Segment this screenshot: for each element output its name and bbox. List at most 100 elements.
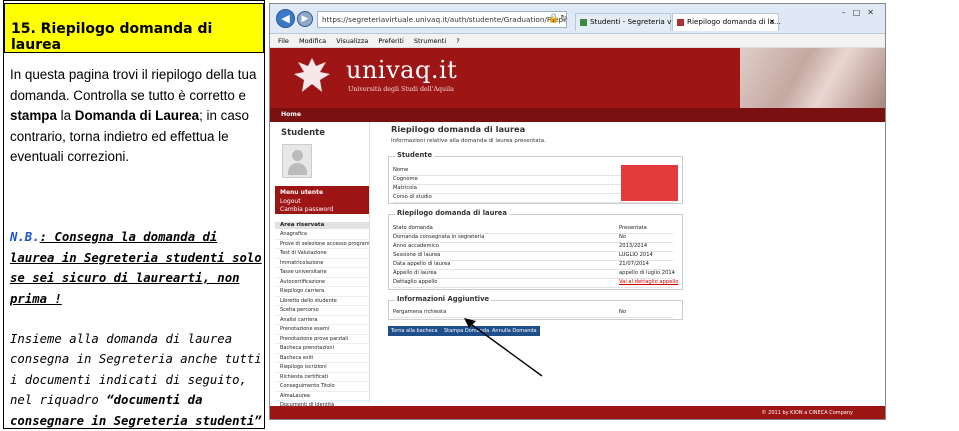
tab-studenti[interactable]: Studenti - Segreteria virtuale [575,13,695,31]
minimize-icon[interactable]: – [842,8,853,17]
table-row: Sessione di laurea LUGLIO 2014 [393,252,673,261]
close-tab-icon[interactable]: ✕ [769,14,775,30]
sidebar-item-test[interactable]: Test di Valutazione [275,249,369,259]
documents-note: Insieme alla domanda di laurea consegna … [10,329,266,431]
back-icon[interactable]: ◀ [276,9,295,28]
refresh-icon[interactable]: ↻ [560,14,568,24]
instruction-panel: 15. Riepilogo domanda di laurea In quest… [3,0,265,429]
tab-riepilogo[interactable]: Riepilogo domanda di la... ✕ [672,13,781,31]
intro-domanda: Domanda di Laurea [74,108,200,124]
table-row: Dettaglio appello Vai al dettaglio appell… [393,279,678,288]
header-photo [740,48,885,108]
row-label: Nome [393,167,409,173]
sidebar-item-scelta-percorso[interactable]: Scelta percorso [275,306,369,316]
browser-window: ◀ ▶ https://segreteriavirtuale.univaq.it… [269,3,886,420]
sidebar-item-anagrafica[interactable]: Anagrafica [275,230,369,240]
intro-la: la [60,108,72,124]
browser-menubar: File Modifica Visualizza Preferiti Strum… [270,34,885,48]
sidebar-item-bacheca-esiti[interactable]: Bacheca esiti [275,354,369,363]
menu-modifica[interactable]: Modifica [299,37,326,45]
user-menu: Menu utente Logout Cambia password [275,186,369,214]
row-value: Presentata [619,225,647,231]
change-password-link[interactable]: Cambia password [280,206,369,215]
row-value: 2013/2014 [619,243,648,249]
eagle-logo-icon [294,58,330,92]
appello-detail-link[interactable]: Vai al dettaglio appello [619,279,678,285]
row-label: Dettaglio appello [393,279,438,285]
page-title: Riepilogo domanda di laurea [391,124,526,134]
menu-file[interactable]: File [278,37,289,45]
user-menu-title: Menu utente [280,189,324,196]
nb-text: : Consegna la domanda di laurea in Segre… [10,230,262,306]
intro-stampa: stampa [10,108,57,124]
sidebar-item-riepilogo-carriera[interactable]: Riepilogo carriera [275,287,369,297]
sidebar-item-conseguimento-titolo[interactable]: Conseguimento Titolo [275,382,369,392]
avatar [282,144,312,178]
row-value: No [619,309,627,315]
sidebar-item-prenotazione-esami[interactable]: Prenotazione esami [275,325,369,335]
riepilogo-fieldset: Riepilogo domanda di laurea Stato domand… [388,209,683,290]
sidebar-item-autocertificazione[interactable]: Autocertificazione [275,278,369,287]
logout-link[interactable]: Logout [280,198,369,207]
window-controls: –□✕ [842,8,881,17]
home-link[interactable]: Home [270,108,885,122]
row-label: Sessione di laurea [393,252,441,258]
browser-titlebar: ◀ ▶ https://segreteriavirtuale.univaq.it… [270,4,885,34]
menu-preferiti[interactable]: Preferiti [378,37,403,45]
menu-visualizza[interactable]: Visualizza [336,37,368,45]
table-row: Appello di laurea appello di luglio 2014 [393,270,675,279]
info-legend: Informazioni Aggiuntive [395,295,492,303]
tab-favicon-icon [677,19,684,26]
table-row: Domanda consegnata in segreteria No [393,234,673,243]
lock-icon: 🔒 [548,14,560,24]
studente-fieldset: Studente Nome Cognome Matricola Corso di… [388,151,683,204]
site-logo[interactable]: univaq.it [346,56,457,84]
row-label: Matricola [393,185,417,191]
table-row: Stato domanda Presentata [393,225,673,234]
page-subtitle: Informazioni relative alla domanda di la… [391,138,546,144]
row-value: LUGLIO 2014 [619,252,653,258]
sidebar-title: Studente [281,128,325,138]
studente-legend: Studente [395,151,435,159]
menu-strumenti[interactable]: Strumenti [414,37,446,45]
sidebar-item-prove-parziali[interactable]: Prenotazione prove parziali [275,335,369,344]
close-icon[interactable]: ✕ [867,8,881,17]
intro-b: Controlla se tutto è corretto e [73,87,246,103]
step-heading: 15. Riepilogo domanda di laurea [4,3,264,53]
tab-riepilogo-label: Riepilogo domanda di la... [687,17,781,26]
sidebar-item-analisi-carriera[interactable]: Analisi carriera [275,316,369,325]
page-body: Studente Menu utente Logout Cambia passw… [270,122,885,419]
row-label: Domanda consegnata in segreteria [393,234,485,240]
back-to-board-button[interactable]: Torna alla bacheca [388,326,441,336]
sidebar-item-bacheca-prenotazioni[interactable]: Bacheca prenotazioni [275,344,369,354]
row-label: Cognome [393,176,418,182]
sidebar-item-immatricolazione[interactable]: Immatricolazione [275,259,369,268]
table-row: Data appello di laurea 21/07/2014 [393,261,673,270]
sidebar-item-prove[interactable]: Prove di selezione accesso programmato [275,240,369,249]
maximize-icon[interactable]: □ [853,8,868,17]
sidebar-item-tasse[interactable]: Tasse universitarie [275,268,369,278]
nb-note: N.B.: Consegna la domanda di laurea in S… [10,227,264,309]
row-label: Stato domanda [393,225,433,231]
row-label: Appello di laurea [393,270,437,276]
row-label: Anno accademico [393,243,440,249]
sidebar-item-libretto[interactable]: Libretto dello studente [275,297,369,306]
forward-icon[interactable]: ▶ [297,11,313,27]
sidebar-item-certificati[interactable]: Richiesta certificati [275,373,369,382]
pointer-arrow-icon [464,318,543,377]
site-header: univaq.it Università degli Studi dell'Aq… [270,48,885,108]
menu-help[interactable]: ? [456,37,459,45]
table-row: Pergamena richiesta No [393,309,673,318]
sidebar-item-riepilogo-iscrizioni[interactable]: Riepilogo iscrizioni [275,363,369,373]
sidebar-item-almalaurea[interactable]: AlmaLaurea [275,392,369,401]
tab-favicon-icon [580,19,587,26]
row-label: Data appello di laurea [393,261,451,267]
redacted-block [621,165,678,201]
row-label: Corso di studio [393,194,432,200]
site-logo-subtitle: Università degli Studi dell'Aquila [348,86,454,93]
site-footer: © 2011 by KION a CINECA Company [270,406,885,419]
address-bar[interactable]: https://segreteriavirtuale.univaq.it/aut… [317,11,567,28]
row-value: No [619,234,627,240]
row-value: appello di luglio 2014 [619,270,675,276]
reserved-area-title: Area riservata [275,222,369,229]
